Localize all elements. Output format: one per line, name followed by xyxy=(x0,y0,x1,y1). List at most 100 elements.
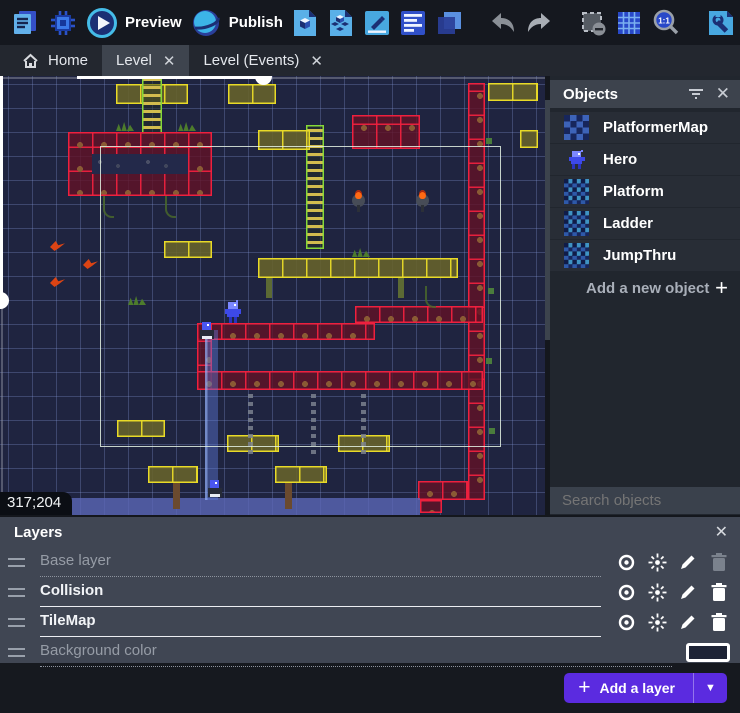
red-tiles[interactable] xyxy=(468,83,485,500)
properties-button[interactable] xyxy=(703,7,739,39)
dot-sprite[interactable] xyxy=(489,428,495,434)
visibility-eye-icon[interactable] xyxy=(615,581,637,603)
hero-sprite[interactable] xyxy=(224,300,242,329)
search-objects-bar[interactable] xyxy=(550,487,740,514)
drag-handle-icon[interactable] xyxy=(8,558,25,567)
tab-level[interactable]: Level✕ xyxy=(102,45,189,76)
edit-events-button[interactable] xyxy=(395,7,431,39)
tab-close-icon[interactable]: ✕ xyxy=(308,52,323,70)
editor-scrollbar-strip[interactable] xyxy=(545,76,550,515)
layer-name-field[interactable]: Background color xyxy=(40,637,672,667)
vine-sprite[interactable] xyxy=(425,286,436,308)
object-item-hero[interactable]: Hero xyxy=(550,144,740,175)
chain-sprite[interactable] xyxy=(248,390,253,454)
clear-selection-button[interactable] xyxy=(575,7,611,39)
edit-pencil-icon[interactable] xyxy=(677,581,699,603)
preview-button[interactable]: Preview xyxy=(82,5,186,41)
effects-icon[interactable] xyxy=(646,551,668,573)
canvas-vscrollbar[interactable] xyxy=(0,76,3,295)
delete-trash-icon[interactable] xyxy=(708,581,730,603)
drag-handle-icon[interactable] xyxy=(8,618,25,627)
publish-button[interactable]: Publish xyxy=(186,5,287,41)
effects-icon[interactable] xyxy=(646,611,668,633)
vine-sprite[interactable] xyxy=(165,196,176,218)
object-item-jumpthru[interactable]: JumpThru xyxy=(550,240,740,271)
stem2-sprite[interactable] xyxy=(398,278,404,298)
edit-scene-objects-button[interactable] xyxy=(323,7,359,39)
layers-panel-close-icon[interactable]: ✕ xyxy=(715,522,728,542)
bird-sprite[interactable] xyxy=(50,241,65,251)
drag-handle-icon[interactable] xyxy=(8,588,25,597)
yellow-tiles[interactable] xyxy=(164,241,212,258)
object-item-ladder[interactable]: Ladder xyxy=(550,208,740,239)
red-tiles[interactable] xyxy=(197,371,483,390)
yellow-tiles[interactable] xyxy=(117,420,165,437)
scene-editor-canvas[interactable]: 317;204 xyxy=(0,76,545,515)
edit-object-button[interactable] xyxy=(359,7,395,39)
waterfall-tiles[interactable] xyxy=(205,330,218,500)
dot-sprite[interactable] xyxy=(488,288,494,294)
dot-sprite[interactable] xyxy=(486,138,492,144)
object-item-platform[interactable]: Platform xyxy=(550,176,740,207)
dot-sprite[interactable] xyxy=(486,358,492,364)
grass-sprite[interactable] xyxy=(116,122,134,131)
canvas-vscrollbar-track[interactable] xyxy=(1,300,3,493)
bird-sprite[interactable] xyxy=(50,277,65,287)
edit-pencil-icon[interactable] xyxy=(677,611,699,633)
grass-sprite[interactable] xyxy=(178,122,196,131)
project-manager-button[interactable] xyxy=(6,7,44,39)
layer-name-field[interactable]: TileMap xyxy=(40,607,601,637)
diver-sprite[interactable] xyxy=(200,322,214,344)
yellow-tiles[interactable] xyxy=(520,130,538,148)
delete-trash-icon[interactable] xyxy=(708,611,730,633)
drag-handle-icon[interactable] xyxy=(8,648,25,657)
add-layer-button[interactable]: + Add a layer xyxy=(564,673,693,703)
zoom-original-button[interactable]: 1:1 xyxy=(647,6,685,40)
search-objects-input[interactable] xyxy=(562,492,740,509)
edit-scene-button[interactable] xyxy=(287,7,323,39)
stem-sprite[interactable] xyxy=(173,483,180,509)
tab-close-icon[interactable]: ✕ xyxy=(161,52,176,70)
add-object-row[interactable]: Add a new object + xyxy=(550,272,740,304)
bird-sprite[interactable] xyxy=(83,259,98,269)
yellow-tiles[interactable] xyxy=(258,258,458,278)
chain-sprite[interactable] xyxy=(361,390,366,454)
red-tiles[interactable] xyxy=(352,115,420,149)
yellow-tiles[interactable] xyxy=(258,130,310,150)
layer-name-field[interactable]: Collision xyxy=(40,577,601,607)
vine-sprite[interactable] xyxy=(103,196,114,218)
diver-sprite[interactable] xyxy=(208,480,222,502)
yellow-tiles[interactable] xyxy=(148,466,198,483)
grass-sprite[interactable] xyxy=(352,248,370,257)
effects-icon[interactable] xyxy=(646,581,668,603)
tab-home[interactable]: Home xyxy=(8,45,102,76)
red-tiles[interactable] xyxy=(420,500,442,513)
red-tiles[interactable] xyxy=(355,306,483,323)
stem-sprite[interactable] xyxy=(285,483,292,509)
background-color-swatch[interactable] xyxy=(686,643,730,662)
edit-pencil-icon[interactable] xyxy=(677,551,699,573)
tab-level-events[interactable]: Level (Events)✕ xyxy=(189,45,336,76)
ladder-tiles[interactable] xyxy=(142,76,162,134)
grass-sprite[interactable] xyxy=(128,296,146,305)
visibility-eye-icon[interactable] xyxy=(615,611,637,633)
add-layer-dropdown-button[interactable]: ▼ xyxy=(693,673,727,703)
canvas-vscrollbar-handle[interactable] xyxy=(0,292,9,309)
layer-name-field[interactable]: Base layer xyxy=(40,547,601,577)
yellow-tiles[interactable] xyxy=(227,435,279,452)
canvas-hscrollbar[interactable] xyxy=(77,76,263,79)
toggle-grid-button[interactable] xyxy=(611,7,647,39)
cut-tiles[interactable] xyxy=(92,154,188,174)
open-layers-button[interactable] xyxy=(431,7,467,39)
torch-sprite[interactable] xyxy=(416,190,429,212)
yellow-tiles[interactable] xyxy=(228,84,276,104)
visibility-eye-icon[interactable] xyxy=(615,551,637,573)
stem2-sprite[interactable] xyxy=(266,278,272,298)
editor-scrollbar-thumb[interactable] xyxy=(545,100,550,340)
yellow-tiles[interactable] xyxy=(275,466,327,483)
red-tiles[interactable] xyxy=(418,481,468,500)
undo-button[interactable] xyxy=(485,8,521,38)
water-tiles[interactable] xyxy=(70,498,420,515)
yellow-tiles[interactable] xyxy=(488,83,538,101)
filter-icon[interactable] xyxy=(688,87,704,101)
